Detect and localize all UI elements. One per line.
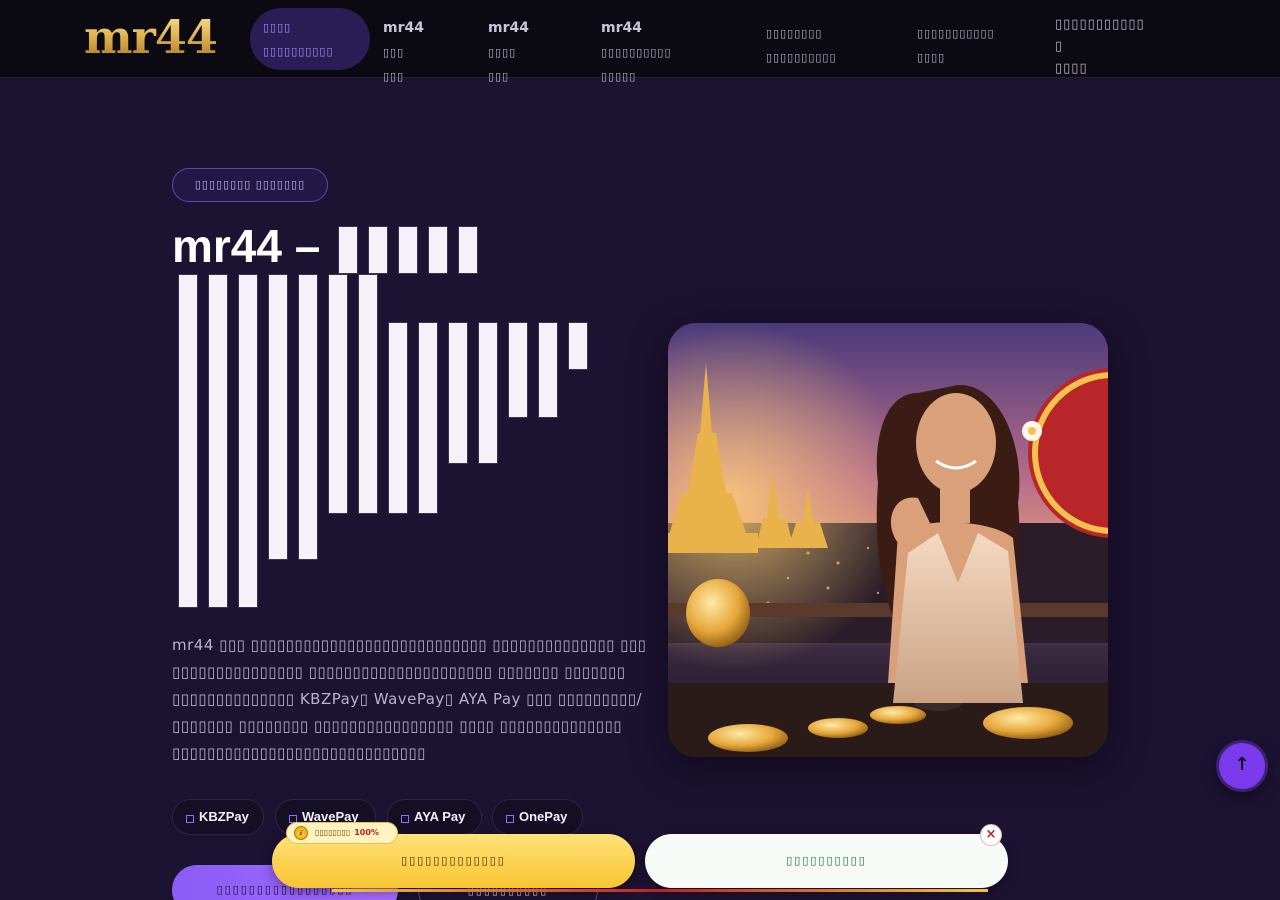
hero-badge: ▯▯▯▯▯▯▯▯ ▯▯▯▯▯▯▯ (172, 168, 328, 202)
glyph-placeholder (338, 226, 358, 274)
glyph-placeholder (388, 322, 408, 514)
site-logo[interactable]: mr44 (84, 10, 218, 64)
coin-icon: 💰 (294, 826, 308, 840)
nav-item-mr44-1[interactable]: mr44 ▯▯▯ ▯▯▯ (383, 8, 424, 83)
payment-chip-kbzpay: KBZPay (172, 799, 264, 835)
glyph-placeholder (328, 274, 348, 514)
glyph-placeholder (238, 274, 258, 608)
nav-item-6[interactable]: ▯▯▯▯▯▯▯▯▯▯▯ ▯ ▯▯▯▯ (1055, 8, 1145, 76)
close-icon[interactable]: × (980, 824, 1002, 846)
glyph-placeholder (508, 322, 528, 418)
glyph-placeholder (428, 226, 448, 274)
bonus-tag: 💰 ▯▯▯▯▯▯▯▯ 100% (286, 822, 398, 844)
hero-description: mr44 ▯▯▯ ▯▯▯▯▯▯▯▯▯▯▯▯▯▯▯▯▯▯▯▯▯▯▯▯▯▯▯ ▯▯▯… (172, 636, 647, 762)
site-header: mr44 ▯▯▯▯ ▯▯▯▯▯▯▯▯▯▯ mr44 ▯▯▯ ▯▯▯ mr44 ▯… (0, 0, 1280, 83)
nav-item-home[interactable]: ▯▯▯▯ ▯▯▯▯▯▯▯▯▯▯ (250, 8, 370, 70)
glyph-placeholder (268, 274, 288, 560)
glyph-placeholder (178, 274, 198, 608)
glyph-placeholder (298, 274, 318, 560)
nav-item-5[interactable]: ▯▯▯▯▯▯▯▯▯▯▯ ▯▯▯▯ (917, 8, 995, 70)
glyph-placeholder (368, 226, 388, 274)
promo-bar: ▯▯▯▯▯▯▯▯▯▯▯▯▯ 💰 ▯▯▯▯▯▯▯▯ 100% ▯▯▯▯▯▯▯▯▯▯ … (272, 822, 1012, 894)
back-to-top-button[interactable]: ↑ (1219, 743, 1265, 789)
hero-title: mr44 – (172, 220, 321, 272)
glyph-placeholder (568, 322, 588, 370)
glyph-placeholder (448, 322, 468, 464)
register-button[interactable]: ▯▯▯▯▯▯▯▯▯▯ (645, 834, 1008, 888)
glyph-placeholder (478, 322, 498, 464)
nav-item-mr44-3[interactable]: mr44 ▯▯▯▯▯▯▯▯▯▯ ▯▯▯▯▯ (601, 8, 672, 83)
nav-item-mr44-2[interactable]: mr44 ▯▯▯▯ ▯▯▯ (488, 8, 529, 83)
nav-item-4[interactable]: ▯▯▯▯▯▯▯▯ ▯▯▯▯▯▯▯▯▯▯ (766, 8, 837, 70)
glyph-placeholder (208, 274, 228, 608)
glyph-placeholder (458, 226, 478, 274)
promo-divider (332, 889, 988, 892)
glyph-placeholder (418, 322, 438, 514)
hero-illustration (668, 323, 1108, 757)
glyph-placeholder (538, 322, 558, 418)
glyph-placeholder (398, 226, 418, 274)
hero-image (668, 323, 1108, 757)
glyph-placeholder (358, 274, 378, 514)
